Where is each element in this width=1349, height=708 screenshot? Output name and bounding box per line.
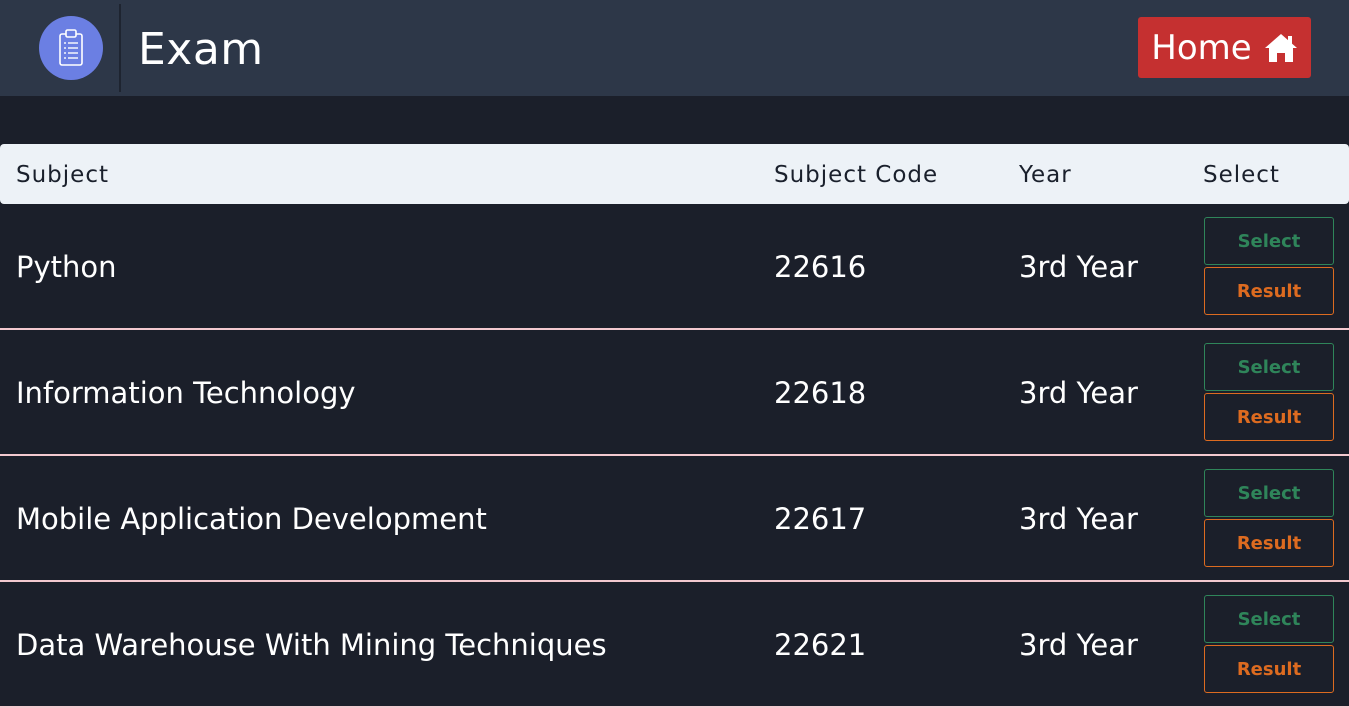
- select-button[interactable]: Select: [1204, 217, 1334, 265]
- subject-cell: Information Technology: [16, 376, 356, 410]
- table-row: Data Warehouse With Mining Techniques 22…: [0, 582, 1349, 708]
- select-button[interactable]: Select: [1204, 469, 1334, 517]
- year-cell: 3rd Year: [1019, 250, 1138, 284]
- home-button-label: Home: [1151, 27, 1252, 68]
- home-button[interactable]: Home: [1138, 17, 1311, 78]
- result-button[interactable]: Result: [1204, 393, 1334, 441]
- year-cell: 3rd Year: [1019, 502, 1138, 536]
- page-title: Exam: [138, 24, 264, 75]
- column-header-year: Year: [1019, 162, 1072, 188]
- column-header-subject: Subject: [16, 162, 109, 188]
- table-row: Mobile Application Development 22617 3rd…: [0, 456, 1349, 582]
- subject-code-cell: 22618: [774, 376, 867, 410]
- subject-cell: Python: [16, 250, 117, 284]
- table-row: Python 22616 3rd Year Select Result: [0, 204, 1349, 330]
- home-icon: [1264, 33, 1297, 62]
- clipboard-icon: [59, 29, 83, 66]
- table-row: Information Technology 22618 3rd Year Se…: [0, 330, 1349, 456]
- result-button[interactable]: Result: [1204, 267, 1334, 315]
- subject-cell: Data Warehouse With Mining Techniques: [16, 628, 607, 662]
- table-header: Subject Subject Code Year Select: [0, 144, 1349, 204]
- select-button[interactable]: Select: [1204, 343, 1334, 391]
- select-button[interactable]: Select: [1204, 595, 1334, 643]
- header-divider: [119, 4, 121, 92]
- column-header-subject-code: Subject Code: [774, 162, 939, 188]
- result-button[interactable]: Result: [1204, 645, 1334, 693]
- subject-code-cell: 22617: [774, 502, 867, 536]
- column-header-select: Select: [1203, 162, 1280, 188]
- subject-code-cell: 22621: [774, 628, 867, 662]
- top-bar: Exam Home: [0, 0, 1349, 96]
- result-button[interactable]: Result: [1204, 519, 1334, 567]
- subject-cell: Mobile Application Development: [16, 502, 487, 536]
- year-cell: 3rd Year: [1019, 376, 1138, 410]
- app-logo[interactable]: [39, 16, 103, 80]
- subject-code-cell: 22616: [774, 250, 867, 284]
- year-cell: 3rd Year: [1019, 628, 1138, 662]
